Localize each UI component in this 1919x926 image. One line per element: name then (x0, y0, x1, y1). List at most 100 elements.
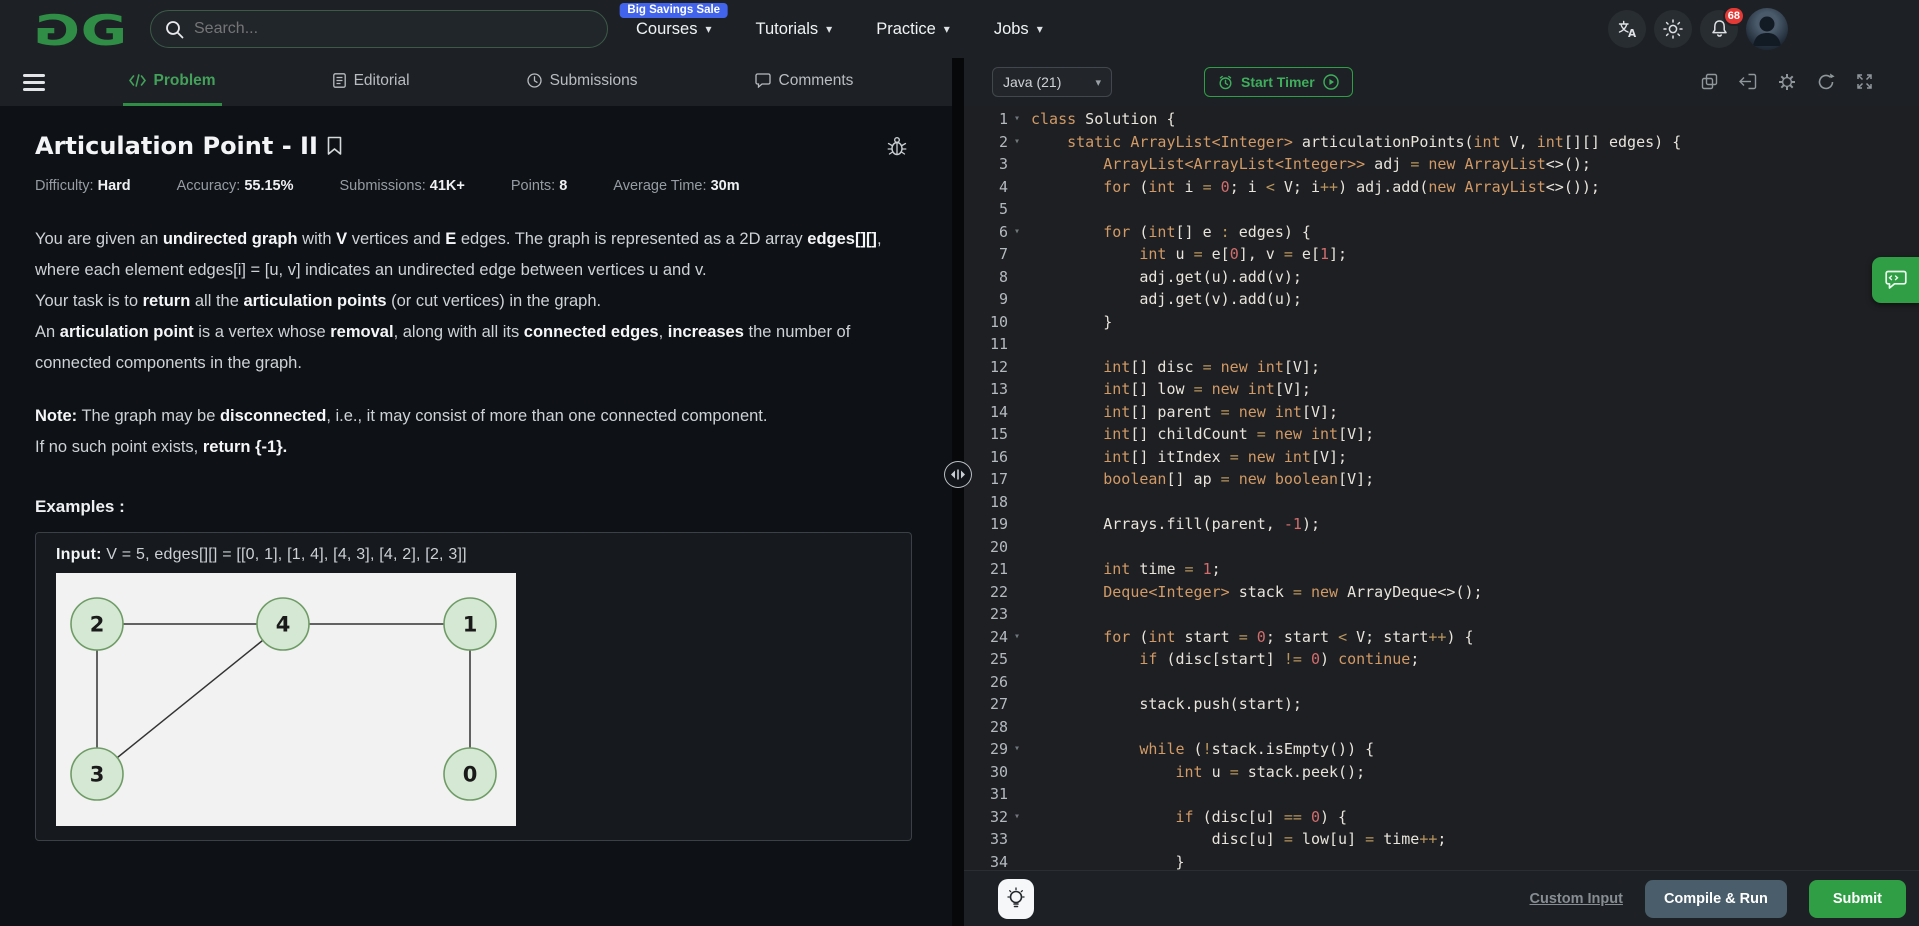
copy-icon[interactable] (1701, 73, 1718, 91)
example-input-label: Input: (56, 546, 102, 563)
feedback-chat-widget[interactable] (1872, 257, 1919, 303)
code-line: 8 adj.get(u).add(v); (964, 266, 1919, 289)
fold-caret-icon[interactable]: ▾ (1008, 131, 1026, 154)
line-number: 5 (998, 200, 1008, 218)
nav-item-jobs[interactable]: Jobs ▾ (994, 20, 1043, 39)
code-lines: 1 ▾ class Solution {2 ▾ static ArrayList<In… (964, 108, 1919, 870)
fold-caret-icon[interactable]: ▾ (1008, 738, 1026, 761)
code-line: 19 Arrays.fill(parent, -1); (964, 513, 1919, 536)
chevron-down-icon: ▾ (826, 22, 833, 36)
refresh-icon[interactable] (1817, 73, 1835, 91)
code-line: 7 int u = e[0], v = e[1]; (964, 243, 1919, 266)
page-title: Articulation Point - II (35, 132, 318, 160)
code-line: 17 boolean[] ap = new boolean[V]; (964, 468, 1919, 491)
import-code-icon[interactable] (1739, 73, 1757, 91)
problem-tabs: Problem Editorial Submissions Comments (70, 58, 952, 106)
problem-description: You are given an undirected graph with V… (35, 230, 882, 372)
graph-edge (96, 623, 284, 775)
chevron-down-icon: ▾ (1036, 22, 1043, 36)
code-line: 21 int time = 1; (964, 558, 1919, 581)
split-drag-icon (950, 469, 966, 480)
tab-editorial[interactable]: Editorial (327, 58, 416, 106)
nav-right: A 68 (1608, 0, 1788, 58)
line-number: 28 (989, 717, 1008, 736)
hint-button[interactable] (998, 878, 1034, 919)
stat-item: Accuracy: 55.15% (176, 178, 294, 194)
language-select[interactable]: Java (21) ▾ (992, 67, 1112, 97)
split-drag-handle[interactable] (944, 461, 972, 488)
line-number: 8 (998, 267, 1008, 286)
editor-panel: Java (21) ▾ Start Timer 1 ▾ class Soluti… (964, 58, 1919, 926)
start-timer-button[interactable]: Start Timer (1204, 67, 1353, 97)
nav-menu: Big Savings Sale Courses ▾ Tutorials ▾ Practi… (619, 2, 1043, 39)
line-number: 21 (989, 560, 1008, 578)
nav-item-practice[interactable]: Practice ▾ (876, 20, 950, 39)
line-number: 4 (998, 177, 1008, 196)
notification-count-badge: 68 (1722, 6, 1745, 26)
code-line: 23 (964, 603, 1919, 626)
tab-comments[interactable]: Comments (749, 58, 860, 106)
code-line: 25 if (disc[start] != 0) continue; (964, 648, 1919, 671)
tab-problem[interactable]: Problem (122, 58, 222, 106)
line-number: 1 (998, 110, 1008, 128)
theme-toggle-button[interactable] (1654, 10, 1692, 48)
fold-caret-icon[interactable]: ▾ (1008, 221, 1026, 244)
fullscreen-icon[interactable] (1856, 73, 1873, 91)
translate-button[interactable]: A (1608, 10, 1646, 48)
line-number: 11 (989, 335, 1008, 353)
line-number: 15 (989, 425, 1008, 443)
panel-splitter[interactable] (944, 58, 972, 926)
stat-item: Points: 8 (510, 178, 568, 194)
editor-header: Java (21) ▾ Start Timer (964, 58, 1919, 106)
notifications-button[interactable]: 68 (1700, 6, 1745, 48)
chevron-down-icon: ▾ (1095, 76, 1101, 89)
code-line: 28 (964, 716, 1919, 739)
fold-caret-icon[interactable]: ▾ (1008, 626, 1026, 649)
code-line: 4 for (int i = 0; i < V; i++) adj.add(ne… (964, 176, 1919, 199)
problem-note: Note: The graph may be disconnected, i.e… (35, 407, 768, 456)
line-number: 24 (989, 627, 1008, 646)
code-line: 26 (964, 671, 1919, 694)
tab-submissions[interactable]: Submissions (521, 58, 644, 106)
chevron-down-icon: ▾ (705, 22, 712, 36)
submit-button[interactable]: Submit (1808, 879, 1906, 918)
compile-run-button[interactable]: Compile & Run (1644, 879, 1787, 918)
line-number: 34 (989, 852, 1008, 871)
lightbulb-icon (1007, 886, 1025, 911)
search-input[interactable] (194, 20, 593, 38)
hamburger-menu-button[interactable] (0, 58, 70, 106)
avatar[interactable] (1746, 8, 1788, 50)
translate-icon: A (1618, 20, 1637, 38)
code-line: 13 int[] low = new int[V]; (964, 378, 1919, 401)
nav-item-tutorials[interactable]: Tutorials ▾ (755, 20, 832, 39)
bug-report-icon[interactable] (887, 136, 907, 156)
line-number: 22 (989, 582, 1008, 601)
bookmark-icon[interactable] (327, 136, 342, 156)
fold-caret-icon[interactable]: ▾ (1008, 108, 1026, 131)
code-editor[interactable]: 1 ▾ class Solution {2 ▾ static ArrayList<In… (964, 106, 1919, 870)
chevron-down-icon: ▾ (943, 22, 950, 36)
line-number: 14 (989, 402, 1008, 421)
fold-caret-icon[interactable]: ▾ (1008, 806, 1026, 829)
gear-icon[interactable] (1778, 73, 1796, 91)
main-area: Problem Editorial Submissions Comments Arti… (0, 58, 1919, 926)
nav-item-courses[interactable]: Big Savings Sale Courses ▾ (619, 2, 729, 39)
problem-tabbar: Problem Editorial Submissions Comments (0, 58, 952, 106)
line-number: 3 (998, 155, 1008, 173)
code-icon (128, 74, 146, 87)
custom-input-link[interactable]: Custom Input (1530, 891, 1623, 907)
gfg-logo[interactable]: G G (34, 7, 128, 51)
chat-feedback-icon (1884, 270, 1907, 290)
